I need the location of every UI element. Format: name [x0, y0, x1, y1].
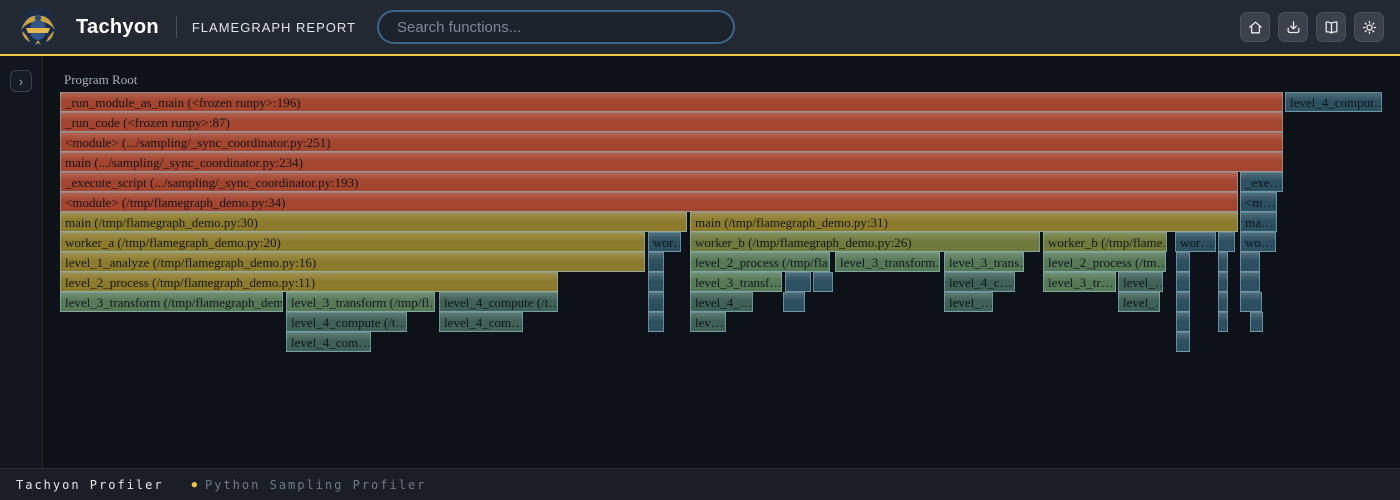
flame-bar[interactable]: wor… — [1175, 232, 1216, 252]
app-logo-icon — [18, 7, 58, 47]
flame-bar[interactable]: level_4_comput… — [1285, 92, 1382, 112]
home-icon — [1247, 19, 1264, 36]
flame-bar[interactable] — [785, 272, 811, 292]
app-title: Tachyon — [76, 16, 159, 39]
flame-bar[interactable]: _exe… — [1240, 172, 1283, 192]
status-app-name: Tachyon Profiler — [16, 478, 164, 492]
report-type-label: FLAMEGRAPH REPORT — [192, 20, 356, 35]
flame-bar[interactable]: level_4_compute (/t… — [286, 312, 407, 332]
sidebar: › — [0, 56, 43, 468]
flame-root-label: Program Root — [64, 72, 137, 88]
flame-bar[interactable]: ma… — [1240, 212, 1277, 232]
flame-bar[interactable]: level_4_compute (/t… — [439, 292, 558, 312]
flame-bar[interactable]: level_… — [1118, 272, 1163, 292]
flame-bar[interactable]: <m… — [1240, 192, 1277, 212]
flame-bar[interactable] — [648, 252, 664, 272]
theme-button[interactable] — [1354, 12, 1384, 42]
flame-bar[interactable] — [1240, 292, 1262, 312]
flamegraph: Program Root _run_module_as_main (<froze… — [43, 56, 1400, 468]
flame-bar[interactable] — [1176, 292, 1190, 312]
search-input[interactable] — [377, 10, 735, 44]
flame-bar[interactable]: level_… — [944, 292, 993, 312]
flame-bar[interactable]: <module> (/tmp/flamegraph_demo.py:34) — [60, 192, 1238, 212]
flame-bar[interactable]: level_2_process (/tmp/fla… — [690, 252, 830, 272]
flame-bar[interactable]: <module> (.../sampling/_sync_coordinator… — [60, 132, 1283, 152]
flame-bar[interactable]: level_… — [1118, 292, 1160, 312]
flame-bar[interactable]: level_2_process (/tm… — [1043, 252, 1166, 272]
flame-bar[interactable] — [1176, 332, 1190, 352]
flame-bar[interactable]: worker_b (/tmp/flamegraph_demo.py:26) — [690, 232, 1040, 252]
flame-bar[interactable]: level_3_transform… — [835, 252, 940, 272]
flame-bar[interactable]: level_2_process (/tmp/flamegraph_demo.py… — [60, 272, 558, 292]
flame-bar[interactable]: worker_a (/tmp/flamegraph_demo.py:20) — [60, 232, 645, 252]
flame-bar[interactable]: level_4_com… — [439, 312, 523, 332]
flame-bar[interactable] — [1218, 232, 1235, 252]
flame-bar[interactable] — [648, 292, 664, 312]
brightness-icon — [1361, 19, 1378, 36]
header-divider — [176, 16, 177, 38]
flame-bar[interactable]: lev… — [690, 312, 726, 332]
flame-bar[interactable]: main (/tmp/flamegraph_demo.py:31) — [690, 212, 1238, 232]
flame-bar[interactable]: level_4_com… — [286, 332, 371, 352]
flame-bar[interactable] — [813, 272, 833, 292]
flame-bar[interactable]: main (/tmp/flamegraph_demo.py:30) — [60, 212, 687, 232]
flame-bar[interactable]: level_4_c… — [944, 272, 1015, 292]
flame-bar[interactable]: worker_b (/tmp/flame… — [1043, 232, 1167, 252]
flame-bar[interactable] — [1250, 312, 1263, 332]
flame-bar[interactable]: _run_module_as_main (<frozen runpy>:196) — [60, 92, 1283, 112]
flame-bar[interactable]: level_1_analyze (/tmp/flamegraph_demo.py… — [60, 252, 645, 272]
flame-bar[interactable] — [1176, 312, 1190, 332]
flame-bar[interactable] — [1218, 292, 1228, 312]
flame-bar[interactable] — [1218, 272, 1228, 292]
status-bar: Tachyon Profiler ● Python Sampling Profi… — [0, 468, 1400, 500]
flame-bar[interactable] — [1176, 272, 1190, 292]
home-button[interactable] — [1240, 12, 1270, 42]
download-icon — [1285, 19, 1302, 36]
book-icon — [1323, 19, 1340, 36]
flame-bar[interactable]: wor… — [648, 232, 681, 252]
flame-bar[interactable] — [648, 272, 664, 292]
flame-bar[interactable]: level_3_transf… — [690, 272, 782, 292]
flame-bar[interactable]: _run_code (<frozen runpy>:87) — [60, 112, 1283, 132]
download-button[interactable] — [1278, 12, 1308, 42]
status-dot-icon: ● — [192, 480, 197, 490]
chevron-right-icon: › — [19, 74, 23, 89]
flame-bar[interactable]: level_3_transform (/tmp/fl… — [286, 292, 435, 312]
flame-bar[interactable]: level_3_trans… — [944, 252, 1024, 272]
flame-bar[interactable] — [1176, 252, 1190, 272]
flame-bar[interactable] — [1218, 252, 1228, 272]
flame-bar[interactable]: wo… — [1240, 232, 1276, 252]
flame-bar[interactable] — [1240, 272, 1260, 292]
header: Tachyon FLAMEGRAPH REPORT — [0, 0, 1400, 56]
docs-button[interactable] — [1316, 12, 1346, 42]
flame-bar[interactable]: level_3_tr… — [1043, 272, 1116, 292]
flame-bar[interactable] — [783, 292, 805, 312]
flame-bar[interactable] — [1218, 312, 1228, 332]
flame-bar[interactable]: level_3_transform (/tmp/flamegraph_dem… — [60, 292, 283, 312]
sidebar-expand-button[interactable]: › — [10, 70, 32, 92]
header-actions — [1240, 12, 1384, 42]
status-subtitle: Python Sampling Profiler — [205, 478, 426, 492]
flame-bar[interactable]: main (.../sampling/_sync_coordinator.py:… — [60, 152, 1283, 172]
flame-bar[interactable]: level_4_… — [690, 292, 753, 312]
flame-bar[interactable] — [648, 312, 664, 332]
flame-bar[interactable]: _execute_script (.../sampling/_sync_coor… — [60, 172, 1238, 192]
flame-bar[interactable] — [1240, 252, 1260, 272]
